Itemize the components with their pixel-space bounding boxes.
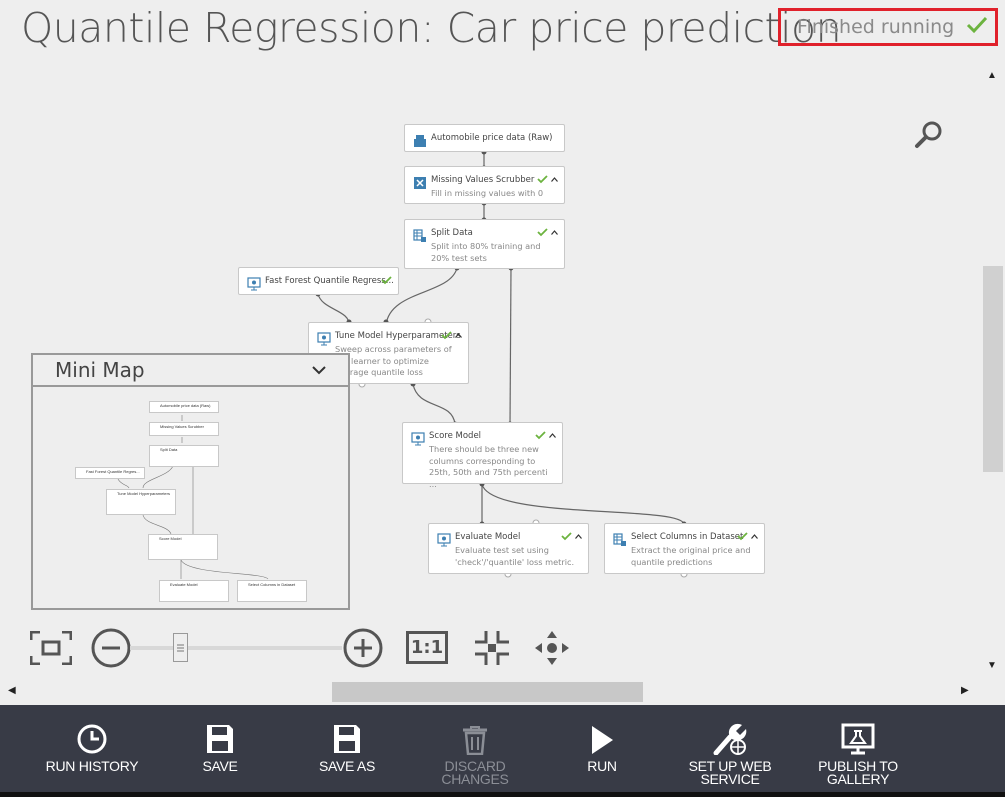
model-icon [437, 533, 451, 547]
scroll-down-arrow[interactable]: ▼ [987, 660, 997, 671]
minimap-title: Mini Map [55, 358, 145, 382]
check-icon [535, 431, 546, 440]
check-icon [537, 175, 548, 184]
minimap-module: Tune Model Hyperparameters [106, 489, 176, 515]
run-button[interactable]: RUN [572, 705, 632, 797]
zoom-slider-track[interactable] [130, 646, 342, 650]
actual-size-icon[interactable]: 1:1 [406, 631, 448, 664]
save-label: SAVE [202, 758, 238, 774]
check-icon [441, 331, 452, 340]
publish-icon [841, 723, 875, 755]
web-service-icon [713, 723, 747, 755]
minimap-module: Missing Values Scrubber [149, 422, 219, 436]
module-title: Score Model [429, 431, 482, 441]
horizontal-scrollbar-thumb[interactable] [332, 682, 643, 702]
collapse-chevron-icon[interactable] [551, 177, 558, 182]
module-title: Automobile price data (Raw) [431, 133, 553, 143]
bottom-toolbar: RUN HISTORY SAVE SAVE AS DISCARD CHANGES… [0, 705, 1005, 797]
experiment-title: Quantile Regression: Car price predictio… [21, 4, 842, 52]
module-description: Fill in missing values with 0 [431, 188, 544, 198]
minimap-header: Mini Map [33, 355, 348, 387]
module-title: Missing Values Scrubber [431, 175, 535, 185]
save-button[interactable]: SAVE [180, 705, 260, 797]
module-select-columns[interactable]: Select Columns in Dataset Extract the or… [604, 523, 765, 574]
check-icon [537, 228, 548, 237]
scroll-up-arrow[interactable]: ▲ [987, 70, 997, 81]
minimap-panel[interactable]: Mini Map Automobile price data (Raw) Mis… [31, 353, 350, 610]
module-split-data[interactable]: Split Data Split into 80% training and 2… [404, 219, 565, 269]
check-icon [966, 16, 988, 39]
check-icon [737, 532, 748, 541]
fit-screen-icon[interactable] [30, 631, 72, 665]
collapse-chevron-icon[interactable] [575, 534, 582, 539]
zoom-selection-icon[interactable] [474, 630, 510, 666]
minimap-module: Score Model [148, 534, 218, 560]
module-description: Split into 80% training and 20% test set… [431, 241, 541, 263]
module-missing-values[interactable]: Missing Values Scrubber Fill in missing … [404, 166, 565, 204]
module-description: Sweep across parameters of the learner t… [335, 344, 452, 377]
module-title: Select Columns in Dataset [631, 532, 744, 542]
collapse-chevron-icon[interactable] [551, 230, 558, 235]
scroll-right-arrow[interactable]: ▶ [961, 685, 969, 696]
module-title: Fast Forest Quantile Regress... [265, 276, 394, 286]
minimap-module: Automobile price data (Raw) [149, 401, 219, 413]
zoom-in-icon[interactable] [342, 627, 384, 669]
run-label: RUN [587, 758, 617, 774]
save-as-button[interactable]: SAVE AS [307, 705, 387, 797]
module-description: Extract the original price and quantile … [631, 545, 751, 567]
web-service-label: SET UP WEB SERVICE [688, 758, 772, 787]
collapse-chevron-icon[interactable] [455, 333, 462, 338]
run-history-button[interactable]: RUN HISTORY [42, 705, 142, 797]
discard-changes-button[interactable]: DISCARD CHANGES [410, 705, 540, 797]
split-icon [413, 229, 426, 242]
module-evaluate-model[interactable]: Evaluate Model Evaluate test set using '… [428, 523, 589, 574]
module-description: Evaluate test set using 'check'/'quantil… [455, 545, 575, 567]
status-text: Finished running [797, 16, 955, 38]
chevron-down-icon[interactable] [312, 365, 326, 375]
module-score-model[interactable]: Score Model There should be three new co… [402, 422, 563, 489]
module-title: Evaluate Model [455, 532, 521, 542]
save-as-icon [334, 725, 360, 753]
check-icon [561, 532, 572, 541]
set-up-web-service-button[interactable]: SET UP WEB SERVICE [680, 705, 780, 797]
trash-icon [463, 726, 487, 755]
model-icon [247, 277, 261, 291]
run-status-badge: Finished running [778, 8, 998, 46]
collapse-chevron-icon[interactable] [549, 433, 556, 438]
history-icon [77, 724, 107, 754]
pan-icon[interactable] [534, 630, 570, 666]
actual-size-label: 1:1 [410, 637, 444, 658]
check-icon [381, 276, 392, 285]
play-icon [592, 726, 613, 754]
minimap-module: Fast Forest Quantile Regres... [75, 467, 145, 479]
minimap-module: Split Data [149, 445, 219, 467]
dataset-icon [414, 135, 426, 147]
vertical-scrollbar-thumb[interactable] [983, 266, 1003, 472]
scroll-left-arrow[interactable]: ◀ [8, 685, 16, 696]
model-icon [411, 432, 425, 446]
magnify-icon[interactable] [914, 120, 944, 150]
minimap-module: Evaluate Model [159, 580, 229, 602]
publish-to-gallery-button[interactable]: PUBLISH TO GALLERY [808, 705, 908, 797]
bottom-strip [0, 792, 1005, 797]
module-automobile-data[interactable]: Automobile price data (Raw) [404, 124, 565, 152]
module-fast-forest[interactable]: Fast Forest Quantile Regress... [238, 267, 399, 295]
publish-label: PUBLISH TO GALLERY [818, 758, 898, 787]
discard-changes-label: DISCARD CHANGES [441, 758, 509, 787]
columns-icon [613, 533, 626, 546]
minimap-module: Select Columns in Dataset [237, 580, 307, 602]
module-description: There should be three new columns corres… [429, 444, 548, 489]
model-icon [317, 332, 331, 346]
save-as-label: SAVE AS [318, 758, 375, 774]
module-title: Split Data [431, 228, 473, 238]
save-icon [207, 725, 233, 753]
zoom-slider-thumb[interactable] [173, 633, 188, 662]
zoom-out-icon[interactable] [90, 627, 132, 669]
scrubber-icon [414, 177, 426, 189]
minimap-preview[interactable]: Automobile price data (Raw) Missing Valu… [33, 387, 348, 608]
collapse-chevron-icon[interactable] [751, 534, 758, 539]
minimap-edges [117, 415, 269, 580]
run-history-label: RUN HISTORY [45, 758, 139, 774]
